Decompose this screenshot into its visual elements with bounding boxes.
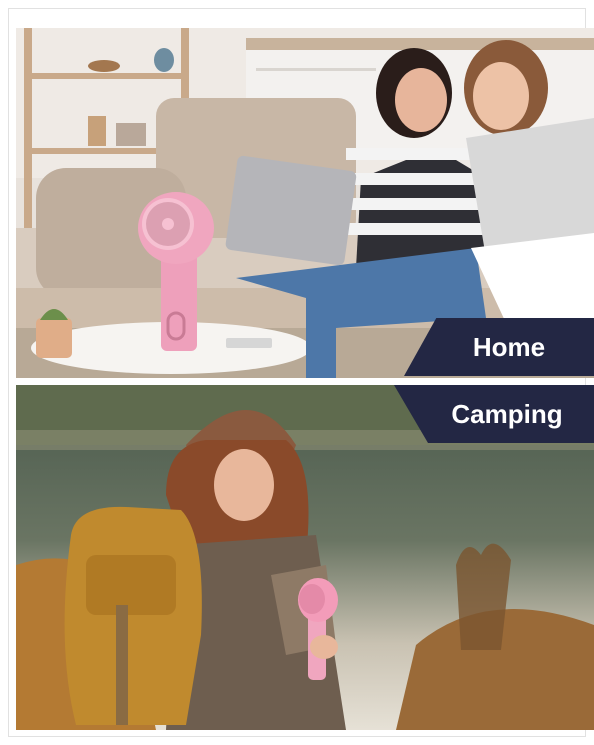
camping-scene-photo: Camping (16, 385, 594, 730)
home-scene-photo: Home (16, 28, 594, 378)
camping-label: Camping (394, 385, 594, 443)
home-label: Home (404, 318, 594, 376)
